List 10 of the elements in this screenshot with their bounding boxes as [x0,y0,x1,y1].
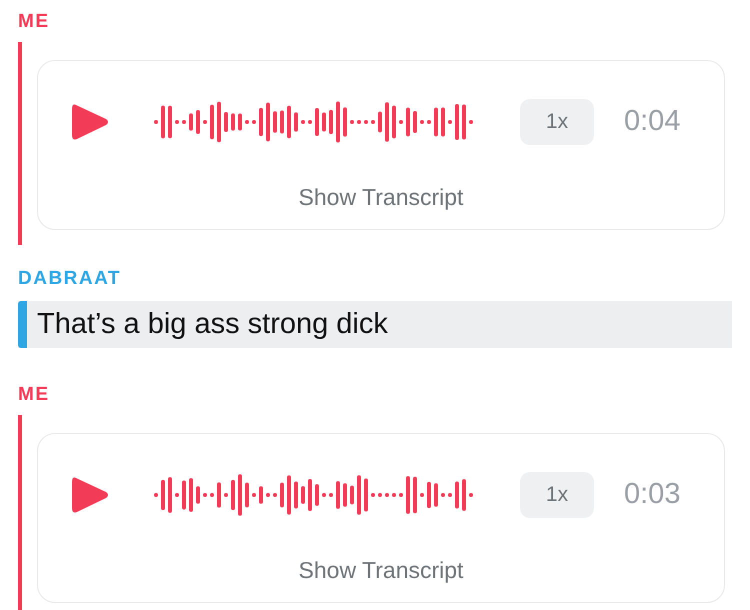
playback-speed-button[interactable]: 1x [520,98,594,144]
sender-name: ME [18,10,50,34]
show-transcript-link[interactable]: Show Transcript [298,557,464,584]
show-transcript-link[interactable]: Show Transcript [298,184,464,211]
sender-name: ME [18,383,50,407]
message-text: That’s a big ass strong dick [36,307,388,342]
sender-name: DABRAAT [18,267,122,291]
playback-speed-button[interactable]: 1x [520,472,594,518]
duration: 0:03 [624,478,680,511]
duration: 0:04 [624,105,680,138]
